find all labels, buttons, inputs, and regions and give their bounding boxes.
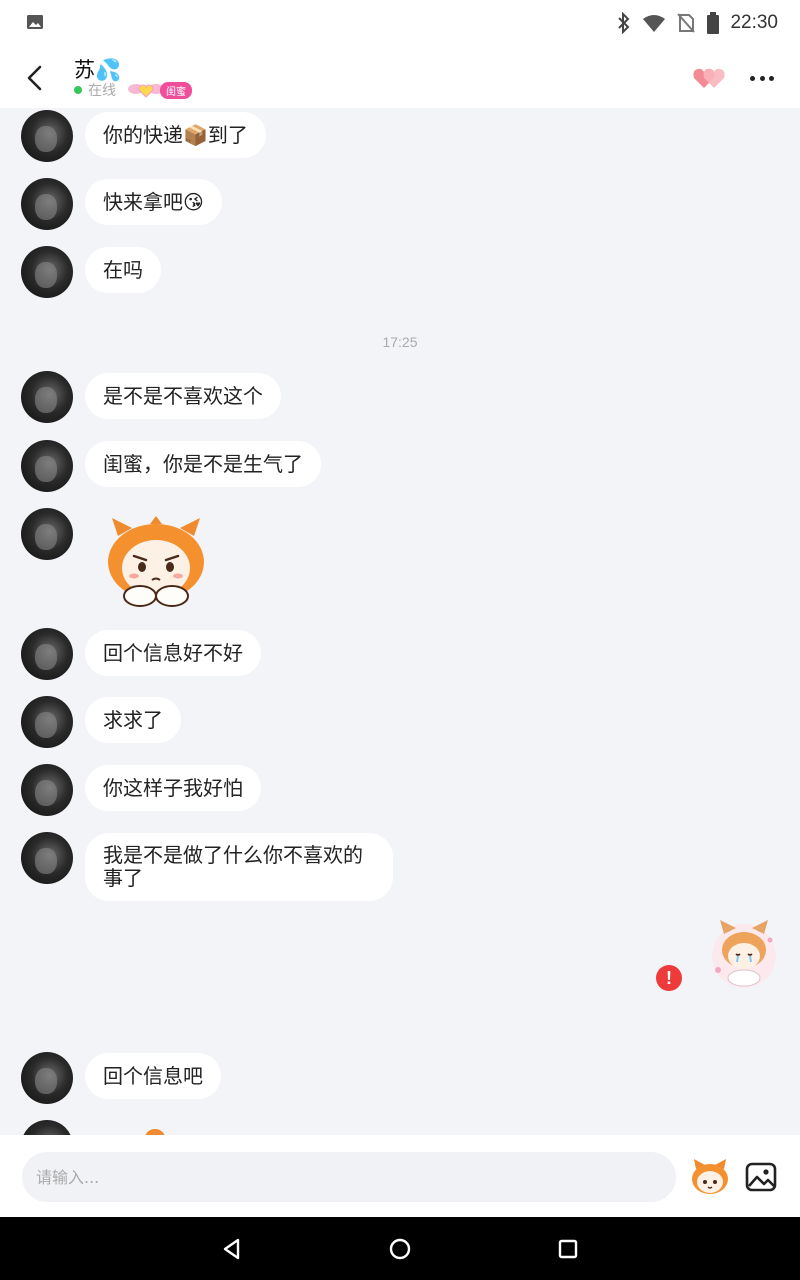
relation-tag: 闺蜜 [160,81,192,99]
navigation-bar [0,1217,800,1280]
wifi-icon [643,15,666,32]
chat-area[interactable]: 你的快递📦到了 快来拿吧😘 在吗 17:25 是不是不喜欢这个 闺蜜，你是不是生… [0,108,800,1135]
battery-icon [707,12,720,34]
message-bubble[interactable]: 求求了 [85,697,181,743]
more-dot [759,75,765,81]
contact-avatar[interactable] [21,246,73,298]
contact-avatar[interactable] [21,371,73,423]
hearts-icon[interactable] [692,66,726,90]
more-dot [769,75,774,81]
contact-avatar[interactable] [21,178,73,230]
message-bubble[interactable]: 是不是不喜欢这个 [85,373,281,419]
crying-fox-girl-sticker[interactable] [708,916,780,992]
partial-sticker [145,1129,165,1135]
message-timestamp: 17:25 [382,334,418,350]
message-bubble[interactable]: 我是不是做了什么你不喜欢的事了 [85,833,393,901]
nav-back-icon[interactable] [218,1235,246,1263]
contact-avatar[interactable] [21,696,73,748]
message-bubble[interactable]: 在吗 [85,247,161,293]
clock: 22:30 [730,12,778,33]
input-bar [0,1135,800,1217]
message-bubble[interactable]: 你这样子我好怕 [85,765,261,811]
contact-avatar[interactable] [21,110,73,162]
contact-avatar[interactable] [21,1120,73,1135]
chat-header: 苏💦 在线 闺蜜 [0,46,800,108]
more-button[interactable] [748,64,776,92]
online-status: 在线 [88,83,116,99]
contact-avatar[interactable] [21,628,73,680]
contact-avatar[interactable] [21,440,73,492]
contact-avatar[interactable] [21,508,73,560]
status-bar: 22:30 [0,0,800,46]
bluetooth-icon [618,12,630,34]
message-bubble[interactable]: 快来拿吧😘 [85,179,222,225]
back-icon[interactable] [20,62,52,94]
image-icon [27,15,43,29]
contact-avatar[interactable] [21,1052,73,1104]
more-dot [750,75,755,81]
message-bubble[interactable]: 回个信息好不好 [85,630,261,676]
online-indicator [74,86,82,94]
message-input[interactable] [22,1152,676,1202]
image-icon[interactable] [745,1161,777,1193]
send-failed-icon[interactable]: ! [656,965,682,991]
nav-recents-icon[interactable] [554,1235,582,1263]
contact-avatar[interactable] [21,764,73,816]
message-bubble[interactable]: 你的快递📦到了 [85,112,266,158]
message-bubble[interactable]: 闺蜜，你是不是生气了 [85,441,321,487]
status-row: 在线 闺蜜 [74,80,192,100]
message-bubble[interactable]: 回个信息吧 [85,1053,221,1099]
nav-home-icon[interactable] [386,1235,414,1263]
sticker-icon[interactable] [690,1157,730,1197]
relation-badge[interactable]: 闺蜜 [128,80,192,100]
contact-avatar[interactable] [21,832,73,884]
no-sim-icon [677,13,696,33]
sad-fox-girl-sticker[interactable] [100,512,212,608]
